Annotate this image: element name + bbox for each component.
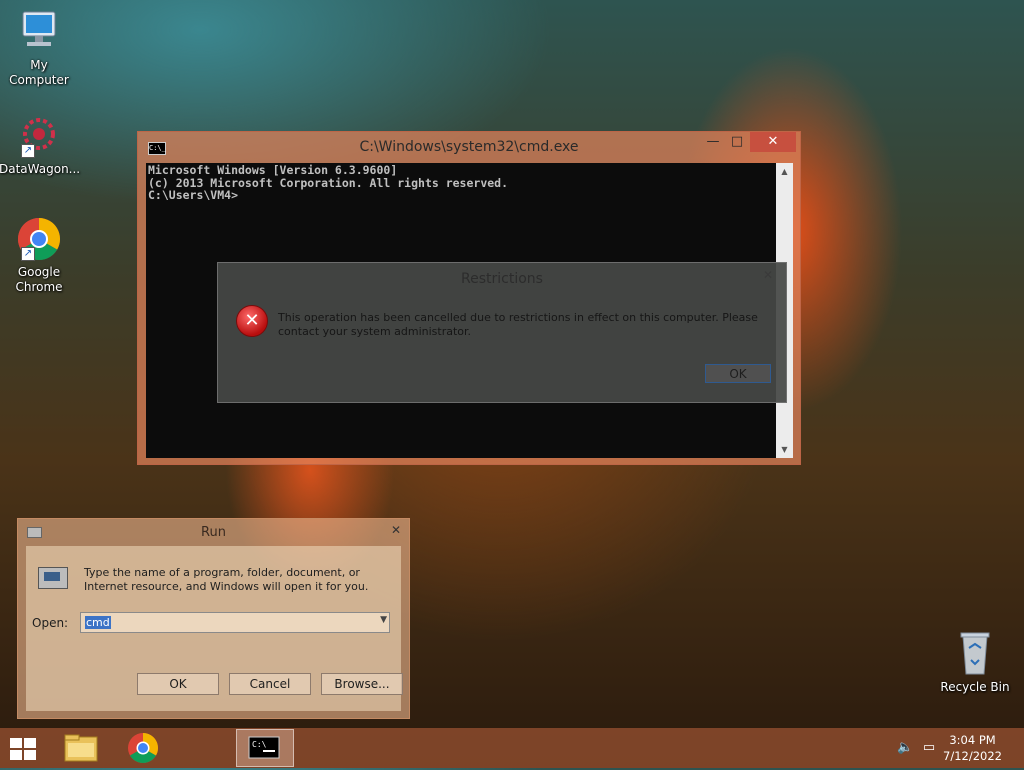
svg-text:C:\: C:\ [252,740,267,749]
windows-logo-icon [24,750,36,760]
clock-date: 7/12/2022 [943,749,1002,763]
taskbar: C:\ 🔈 ▭ 3:04 PM 7/12/2022 [0,728,1024,768]
desktop-icon-datawagon[interactable]: ↗ DataWagon... [0,112,81,177]
console-line: (c) 2013 Microsoft Corporation. All righ… [148,175,509,190]
clock-time: 3:04 PM [949,733,996,747]
cmd-titlebar[interactable]: C:\_ C:\Windows\system32\cmd.exe — □ ✕ [138,132,800,162]
run-browse-button[interactable]: Browse... [321,673,403,695]
scroll-up-icon[interactable]: ▲ [776,163,793,180]
taskbar-cmd[interactable]: C:\ [236,729,294,767]
scroll-down-icon[interactable]: ▼ [776,441,793,458]
run-ok-button[interactable]: OK [137,673,219,695]
chrome-icon [128,733,159,764]
windows-logo-icon [10,750,22,760]
console-line: Microsoft Windows [Version 6.3.9600] [148,163,398,177]
windows-logo-icon [10,738,22,748]
desktop-icon-my-computer[interactable]: My Computer [0,8,79,88]
desktop-icon-google-chrome[interactable]: ↗ Google Chrome [0,215,79,295]
open-combobox[interactable]: cmd ▼ [80,612,390,633]
volume-muted-icon[interactable]: 🔈 [897,740,913,756]
chrome-icon: ↗ [15,215,63,263]
computer-icon [15,8,63,56]
run-dialog[interactable]: Run ✕ Type the name of a program, folder… [17,518,410,719]
run-body: Type the name of a program, folder, docu… [26,546,403,711]
dialog-title: Restrictions [461,271,543,287]
dialog-message: This operation has been cancelled due to… [278,311,758,338]
dialog-close-button[interactable]: ✕ [754,266,782,284]
shortcut-arrow-icon: ↗ [21,247,35,261]
recycle-bin-icon [951,630,999,678]
windows-logo-icon [24,738,36,748]
open-label: Open: [32,616,69,630]
shortcut-arrow-icon: ↗ [21,144,35,158]
datawagon-icon: ↗ [15,112,63,160]
console-prompt: C:\Users\VM4> [148,188,239,202]
close-button[interactable]: ✕ [750,132,796,152]
maximize-button[interactable]: □ [724,132,750,152]
network-icon[interactable]: ▭ [921,740,937,756]
run-description: Type the name of a program, folder, docu… [84,566,369,593]
restrictions-dialog[interactable]: Restrictions ✕ ✕ This operation has been… [217,262,787,403]
desktop-icon-label: DataWagon... [0,162,81,176]
error-icon: ✕ [236,305,268,337]
taskbar-file-explorer[interactable] [52,729,110,767]
minimize-button[interactable]: — [700,132,726,152]
desktop-icon-label: Recycle Bin [940,680,1010,694]
desktop-icon-label: My Computer [9,58,69,87]
cmd-icon: C:\ [248,736,280,759]
taskbar-chrome[interactable] [114,729,172,767]
desktop-icon-recycle-bin[interactable]: Recycle Bin [935,630,1015,695]
start-button[interactable] [9,737,37,761]
run-title: Run [201,525,226,540]
chevron-down-icon[interactable]: ▼ [380,615,387,625]
desktop-icon-label: Google Chrome [15,265,63,294]
run-cancel-button[interactable]: Cancel [229,673,311,695]
open-input-value[interactable]: cmd [85,616,111,629]
ok-button[interactable]: OK [705,364,771,383]
run-close-button[interactable]: ✕ [391,523,401,537]
run-program-icon [38,567,68,589]
taskbar-clock[interactable]: 3:04 PM 7/12/2022 [943,732,1002,764]
file-explorer-icon [64,734,98,762]
